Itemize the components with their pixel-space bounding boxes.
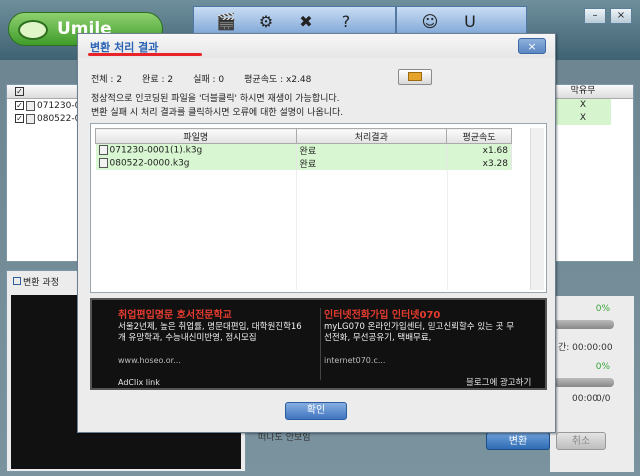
ad-banner: 취업편입명문 호서전문학교 서울2년제, 높은 취업률, 명문대편입, 대학원진… xyxy=(90,298,547,390)
main-toolbar: 🎬 ⚙ ✖ ? ☺ U xyxy=(193,6,527,36)
adclix-link[interactable]: AdClix link xyxy=(118,378,160,387)
cancel-button[interactable]: 취소 xyxy=(556,432,606,450)
remaining-time: 00:00 xyxy=(572,394,598,404)
conversion-result-dialog: 변환 처리 결과 × 전체 : 2 완료 : 2 실패 : 0 평균속도 : x… xyxy=(77,33,556,433)
list-item-name: 071230-0 xyxy=(37,100,81,111)
folder-icon xyxy=(408,71,422,81)
window-controls: – × xyxy=(584,8,632,24)
table-row[interactable]: 071230-0001(1).k3g 완료 x1.68 xyxy=(95,143,512,157)
frog-logo-icon xyxy=(18,20,48,40)
file-count: 0/0 xyxy=(596,394,611,404)
list-item-name: 080522-0 xyxy=(37,113,81,124)
col-header-result[interactable]: 처리결과 xyxy=(295,128,448,144)
progress-tab-box xyxy=(13,277,21,285)
cell-result: 완료 xyxy=(296,157,448,170)
note-double-click: 정상적으로 인코딩된 파일을 '더블클릭' 하시면 재생이 가능합니다. xyxy=(91,94,340,104)
stat-total: 전체 : 2 xyxy=(91,75,123,85)
row-checkbox[interactable]: ✓ xyxy=(15,101,24,110)
select-all-checkbox[interactable]: ✓ xyxy=(15,87,24,96)
ok-button[interactable]: 확인 xyxy=(285,402,347,420)
vertical-scrollbar[interactable] xyxy=(530,128,544,290)
ad-right-body[interactable]: myLG070 온라인가입센터, 믿고신뢰할수 있는 곳 무선전화, 무선공유기… xyxy=(324,322,520,344)
progress-bar-1 xyxy=(554,320,614,329)
minimize-button[interactable]: – xyxy=(584,8,606,24)
cell-speed: x3.28 xyxy=(446,157,512,170)
dialog-titlebar[interactable]: 변환 처리 결과 × xyxy=(78,34,555,58)
ad-left-body[interactable]: 서울2년제, 높은 취업률, 명문대편입, 대학원진학16개 유망학과, 수능내… xyxy=(118,322,308,344)
stat-done: 완료 : 2 xyxy=(142,75,174,85)
ad-right-title[interactable]: 인터넷전화가입 인터넷070 xyxy=(324,306,440,321)
convert-button[interactable]: 변환 xyxy=(486,432,550,450)
blog-ad-link[interactable]: 블로그에 광고하기 xyxy=(466,376,531,388)
progress-bar-2 xyxy=(554,378,614,387)
progress-percent-1: 0% xyxy=(595,304,610,314)
update-icon[interactable]: U xyxy=(450,7,490,35)
progress-percent-2: 0% xyxy=(595,362,610,372)
col-header-speed[interactable]: 평균속도 xyxy=(446,128,512,144)
subtitle-cell: X xyxy=(555,99,611,112)
reel-icon[interactable]: ⚙ xyxy=(246,7,286,35)
note-failure: 변환 실패 시 처리 결과를 클릭하시면 오류에 대한 설명이 나옵니다. xyxy=(91,108,344,118)
toolbar-separator xyxy=(395,6,397,36)
close-window-button[interactable]: × xyxy=(610,8,632,24)
subtitle-cell: X xyxy=(555,112,611,125)
title-underline xyxy=(88,53,202,56)
row-checkbox[interactable]: ✓ xyxy=(15,114,24,123)
cell-filename: 071230-0001(1).k3g xyxy=(95,143,297,157)
film-icon[interactable]: 🎬 xyxy=(206,7,246,35)
table-row[interactable]: 080522-0000.k3g 완료 x3.28 xyxy=(95,157,512,170)
col-header-filename[interactable]: 파일명 xyxy=(95,128,297,144)
stat-failed: 실패 : 0 xyxy=(193,75,225,85)
cell-filename: 080522-0000.k3g xyxy=(95,157,297,170)
tools-icon[interactable]: ✖ xyxy=(286,7,326,35)
ad-right-url[interactable]: internet070.c... xyxy=(324,356,385,365)
help-icon[interactable]: ? xyxy=(326,7,366,35)
cell-speed: x1.68 xyxy=(446,143,512,157)
ad-left-title[interactable]: 취업편입명문 호서전문학교 xyxy=(118,306,232,321)
file-icon xyxy=(98,158,108,169)
ad-divider xyxy=(320,308,321,380)
progress-tab[interactable]: 변환 과정 xyxy=(13,275,59,288)
file-icon xyxy=(98,145,108,156)
open-folder-button[interactable] xyxy=(398,69,432,85)
dialog-close-button[interactable]: × xyxy=(518,38,546,54)
frog-icon[interactable]: ☺ xyxy=(410,7,450,35)
ad-content: 취업편입명문 호서전문학교 서울2년제, 높은 취업률, 명문대편입, 대학원진… xyxy=(92,306,545,386)
cell-result: 완료 xyxy=(296,143,448,157)
file-icon xyxy=(26,100,35,111)
progress-tab-label: 변환 과정 xyxy=(23,278,59,288)
file-icon xyxy=(26,113,35,124)
result-stats: 전체 : 2 완료 : 2 실패 : 0 평균속도 : x2.48 xyxy=(91,72,331,85)
result-table-frame: 파일명 처리결과 평균속도 071230-0001(1).k3g 완료 x1.6… xyxy=(90,123,547,293)
ad-left-url[interactable]: www.hoseo.or... xyxy=(118,356,181,365)
subtitle-column-header: 막유무 xyxy=(570,86,596,96)
stat-avg-speed: 평균속도 : x2.48 xyxy=(244,75,312,85)
result-table: 파일명 처리결과 평균속도 071230-0001(1).k3g 완료 x1.6… xyxy=(95,128,512,170)
elapsed-time: 간: 00:00:00 xyxy=(558,343,613,353)
